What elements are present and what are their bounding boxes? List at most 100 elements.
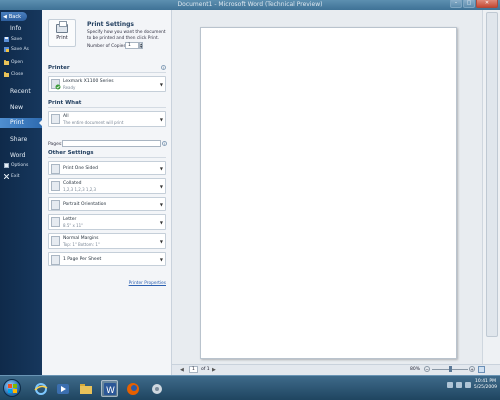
word-app-icon[interactable]: W (101, 380, 118, 397)
print-what-dropdown[interactable]: All The entire document will print ▼ (48, 111, 166, 127)
nav-save-as-label: Save As (11, 47, 29, 52)
back-button-label: Back (8, 13, 21, 20)
sides-dropdown[interactable]: Print One Sided ▼ (48, 161, 166, 175)
options-icon (4, 163, 9, 168)
internet-explorer-icon[interactable] (32, 380, 49, 397)
margins-sub: Top: 1" Bottom: 1" (63, 242, 100, 247)
minimize-button[interactable]: – (450, 0, 462, 8)
pages-label: Pages: (48, 142, 63, 147)
print-settings-description: Specify how you want the document to be … (87, 30, 166, 41)
zoom-slider-thumb[interactable] (448, 366, 452, 372)
print-preview-area (172, 10, 482, 364)
nav-print[interactable]: Print (0, 118, 42, 128)
paper-size-dropdown[interactable]: Letter 8.5" x 11" ▼ (48, 214, 166, 230)
paper-size-sub: 8.5" x 11" (63, 223, 84, 228)
paper-size-value: Letter (63, 217, 77, 222)
orientation-dropdown[interactable]: Portrait Orientation ▼ (48, 197, 166, 211)
chevron-down-icon: ▼ (159, 220, 163, 225)
print-button-label: Print (56, 35, 68, 41)
print-settings-panel: Print Print Settings Specify how you wan… (42, 10, 172, 375)
chevron-down-icon: ▼ (159, 184, 163, 189)
copies-spinner[interactable]: ▲ ▼ (139, 42, 143, 49)
program-icon[interactable] (148, 380, 165, 397)
nav-exit[interactable]: Exit (3, 173, 20, 180)
pages-per-sheet-dropdown[interactable]: 1 Page Per Sheet ▼ (48, 252, 166, 266)
page-number-input[interactable]: 1 (189, 366, 198, 373)
printer-name: Lexmark X1100 Series (63, 79, 114, 84)
paper-icon (51, 217, 60, 227)
printer-divider (48, 72, 166, 73)
clock-date: 5/25/2009 (473, 385, 497, 390)
volume-icon[interactable] (464, 382, 471, 388)
chevron-down-icon: ▼ (159, 202, 163, 207)
close-button[interactable]: ✕ (476, 0, 498, 8)
page-count: of 1 (201, 367, 210, 372)
nav-close[interactable]: Close (4, 72, 23, 77)
print-settings-title: Print Settings (87, 21, 134, 28)
printer-device-icon (51, 79, 61, 90)
nav-options[interactable]: Options (4, 163, 28, 168)
margins-icon (51, 236, 60, 246)
collation-dropdown[interactable]: Collated 1,2,3 1,2,3 1,2,3 ▼ (48, 178, 166, 194)
zoom-out-icon[interactable]: − (424, 366, 430, 372)
system-tray: 10:41 PM 5/25/2009 (446, 379, 497, 391)
nav-exit-label: Exit (11, 174, 20, 179)
chevron-down-icon: ▼ (159, 82, 163, 87)
media-player-icon[interactable] (54, 380, 71, 397)
copies-label: Number of Copies: (87, 44, 128, 49)
nav-word[interactable]: Word (0, 152, 42, 159)
print-button[interactable]: Print (48, 19, 76, 47)
tray-icon[interactable] (455, 382, 462, 388)
save-as-icon (4, 47, 9, 52)
collation-value: Collated (63, 181, 82, 186)
scrollbar-thumb[interactable] (486, 12, 498, 337)
preview-scrollbar[interactable] (482, 10, 500, 364)
taskbar: W 10:41 PM 5/25/2009 (0, 375, 500, 400)
fit-page-icon[interactable] (478, 366, 485, 373)
previous-page-icon[interactable]: ◀ (180, 367, 184, 373)
margins-dropdown[interactable]: Normal Margins Top: 1" Bottom: 1" ▼ (48, 233, 166, 249)
clock[interactable]: 10:41 PM 5/25/2009 (474, 379, 497, 391)
other-settings-divider (48, 157, 166, 158)
nav-save-as[interactable]: Save As (4, 47, 29, 52)
other-settings-section-title: Other Settings (48, 150, 94, 156)
nav-new[interactable]: New (0, 104, 42, 111)
chevron-down-icon: ▼ (159, 117, 163, 122)
nav-info[interactable]: Info (0, 25, 42, 32)
collated-icon (51, 181, 60, 191)
copies-input[interactable]: 1 (125, 42, 139, 49)
one-sided-icon (51, 164, 60, 174)
collation-sub: 1,2,3 1,2,3 1,2,3 (63, 187, 97, 192)
firefox-icon[interactable] (124, 380, 141, 397)
pages-input[interactable] (62, 140, 161, 147)
window-title: Document1 - Microsoft Word (Technical Pr… (177, 1, 323, 8)
print-what-divider (48, 107, 166, 108)
nav-open[interactable]: Open (4, 60, 23, 65)
printer-dropdown[interactable]: Lexmark X1100 Series Ready ▼ (48, 76, 166, 92)
tray-icon[interactable] (446, 382, 453, 388)
margins-value: Normal Margins (63, 236, 99, 241)
next-page-icon[interactable]: ▶ (212, 367, 216, 373)
printer-info-icon[interactable]: i (161, 65, 166, 70)
preview-page (200, 27, 457, 359)
pages-info-icon[interactable]: i (162, 141, 167, 146)
chevron-down-icon: ▼ (159, 257, 163, 262)
chevron-down-icon: ▼ (159, 239, 163, 244)
sides-value: Print One Sided (63, 166, 98, 171)
nav-recent[interactable]: Recent (0, 88, 42, 95)
backstage-nav: ◀ Back Info Save Save As Open Close Rece… (0, 10, 42, 375)
portrait-icon (51, 200, 60, 210)
explorer-folder-icon[interactable] (77, 380, 94, 397)
start-button[interactable] (3, 379, 21, 397)
zoom-in-icon[interactable]: + (469, 366, 475, 372)
save-icon (4, 37, 9, 42)
nav-share[interactable]: Share (0, 136, 42, 143)
maximize-button[interactable]: □ (463, 0, 475, 8)
nav-save[interactable]: Save (4, 37, 22, 42)
orientation-value: Portrait Orientation (63, 202, 107, 207)
back-button[interactable]: ◀ Back (1, 12, 27, 21)
pages-icon (51, 114, 60, 124)
svg-text:W: W (106, 386, 115, 396)
nav-save-label: Save (11, 37, 23, 42)
printer-properties-link[interactable]: Printer Properties (129, 281, 166, 286)
